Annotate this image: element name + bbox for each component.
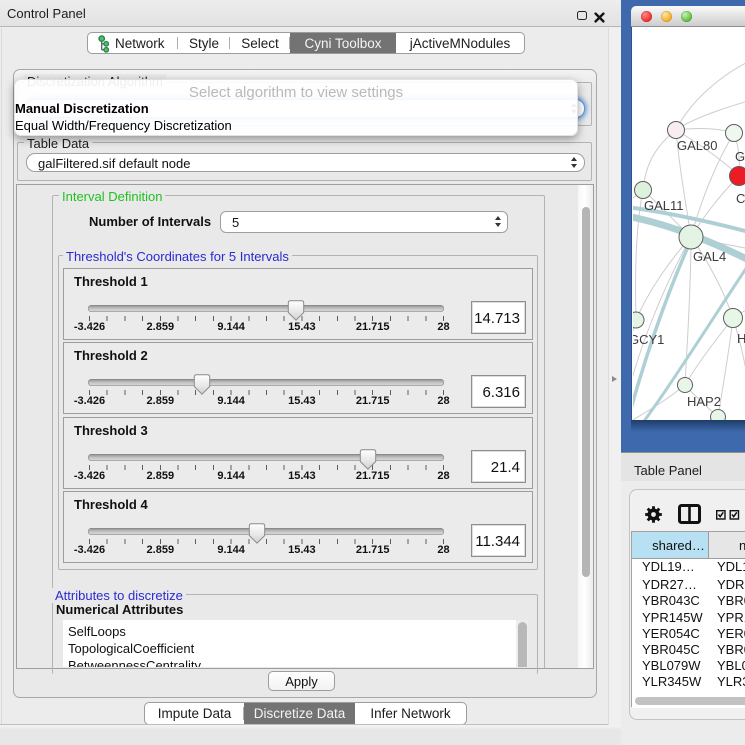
svg-text:GCY1: GCY1 bbox=[633, 332, 664, 347]
svg-text:HAP2: HAP2 bbox=[687, 394, 721, 409]
svg-text:H: H bbox=[737, 331, 745, 346]
svg-text:GAL80: GAL80 bbox=[677, 138, 717, 153]
svg-text:GAL4: GAL4 bbox=[693, 249, 726, 264]
svg-text:GA: GA bbox=[735, 149, 745, 164]
svg-text:C: C bbox=[736, 191, 745, 206]
svg-text:GAL11: GAL11 bbox=[644, 198, 684, 213]
